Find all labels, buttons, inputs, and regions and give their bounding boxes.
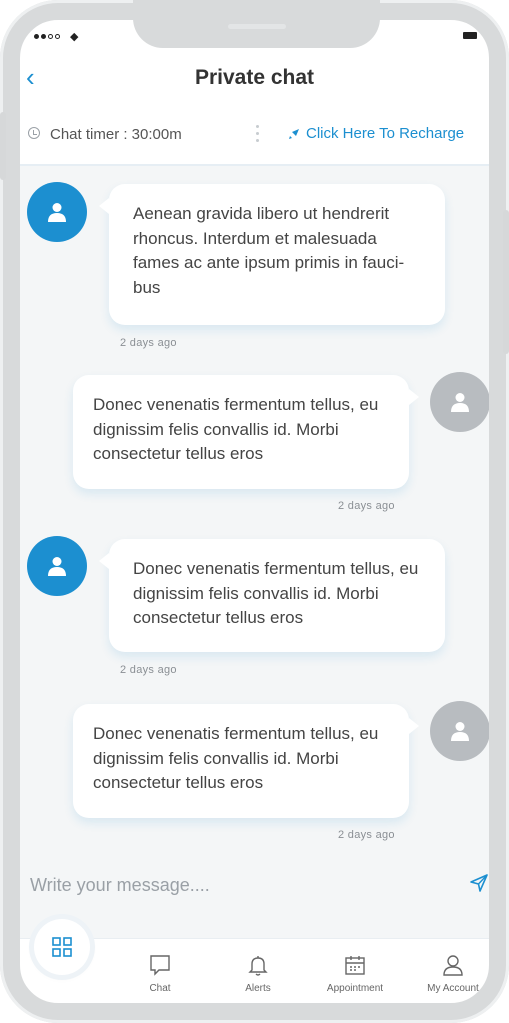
message-text: Aenean gravida libero ut hendrerit rhonc… [133, 204, 405, 297]
signal-icon [34, 34, 60, 39]
nav-item-alerts[interactable]: Alerts [213, 953, 303, 994]
chat-icon [150, 955, 170, 976]
chat-timer-text: Chat timer : 30:00m [50, 126, 182, 143]
message-timestamp: 2 days ago [120, 337, 177, 349]
bottom-nav: Chat Alerts Appointment My Account [20, 919, 489, 1008]
wifi-icon: ◆ [70, 31, 79, 43]
user-outline-icon [443, 955, 463, 976]
message-timestamp: 2 days ago [338, 829, 395, 841]
avatar[interactable] [27, 182, 87, 242]
message-text: Donec venenatis fermentum tellus, eu dig… [93, 724, 379, 792]
message-bubble: Donec venenatis fermentum tellus, eu dig… [73, 704, 419, 818]
message-input[interactable] [28, 870, 432, 900]
send-icon [470, 874, 488, 892]
phone-side-button [0, 112, 6, 180]
recharge-link[interactable]: Click Here To Recharge [288, 125, 464, 142]
user-icon [48, 557, 66, 576]
nav-item-appointment[interactable]: Appointment [310, 953, 400, 994]
battery-icon [463, 32, 477, 39]
grid-icon [52, 937, 72, 957]
message-bubble: Aenean gravida libero ut hendrerit rhonc… [99, 184, 445, 325]
page-title: Private chat [194, 66, 315, 89]
nav-item-chat[interactable]: Chat [115, 953, 205, 994]
message-bubble: Donec venenatis fermentum tellus, eu dig… [73, 375, 419, 489]
phone-notch [133, 0, 380, 48]
calendar-icon [345, 956, 365, 975]
menu-grid-button[interactable] [34, 919, 90, 975]
send-button[interactable] [470, 874, 488, 897]
nav-label: Appointment [326, 983, 384, 994]
message-composer [20, 864, 489, 904]
phone-power-button [503, 210, 509, 354]
nav-label: My Account [427, 983, 479, 994]
rocket-icon [289, 128, 299, 139]
user-icon [451, 722, 469, 741]
message-bubble: Donec venenatis fermentum tellus, eu dig… [99, 539, 445, 652]
message-timestamp: 2 days ago [120, 664, 177, 676]
nav-label: Chat [149, 983, 171, 994]
avatar[interactable] [430, 701, 489, 761]
clock-icon [28, 127, 40, 139]
recharge-label: Click Here To Recharge [306, 125, 465, 142]
message-text: Donec venenatis fermentum tellus, eu dig… [93, 395, 379, 463]
avatar[interactable] [27, 536, 87, 596]
user-icon [451, 393, 469, 412]
chat-header: ‹ Private chat [20, 52, 489, 106]
phone-screen: ◆ ‹ Private chat Chat timer : 30:00m Cli… [20, 18, 489, 1008]
user-icon [48, 203, 66, 222]
message-timestamp: 2 days ago [338, 500, 395, 512]
avatar[interactable] [430, 372, 489, 432]
bell-icon [248, 956, 268, 976]
message-text: Donec venenatis fermentum tellus, eu dig… [133, 559, 419, 627]
nav-label: Alerts [245, 983, 271, 994]
nav-item-my-account[interactable]: My Account [408, 953, 489, 994]
chat-timer-bar: Chat timer : 30:00m Click Here To Rechar… [20, 106, 489, 166]
phone-speaker [228, 24, 286, 29]
divider-dots [256, 125, 260, 142]
